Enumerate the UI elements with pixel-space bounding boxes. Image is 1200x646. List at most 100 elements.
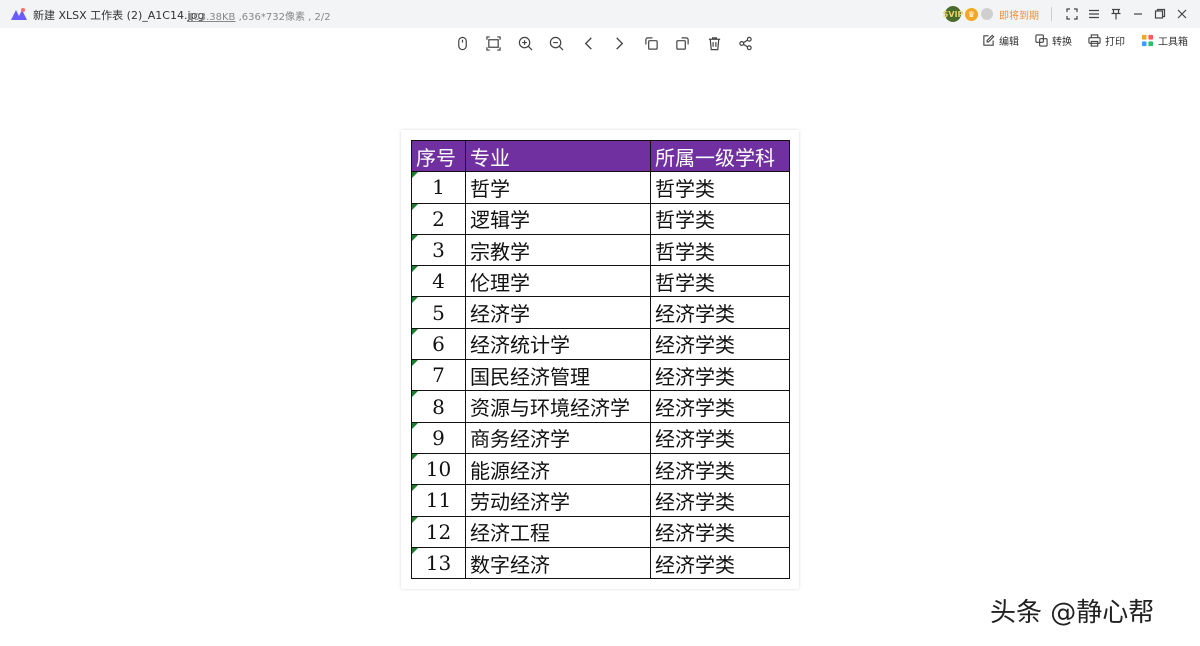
edit-label: 编辑 xyxy=(999,37,1019,48)
header-cell: 序号 xyxy=(411,139,466,173)
table-row: 12 经济工程 经济学类 xyxy=(411,515,790,548)
pin-icon[interactable] xyxy=(1106,4,1126,24)
share-icon[interactable] xyxy=(735,32,757,54)
fit-screen-icon[interactable] xyxy=(483,32,505,54)
major-cell: 劳动经济学 xyxy=(465,484,651,517)
minimize-icon[interactable] xyxy=(1128,4,1148,24)
restore-icon[interactable] xyxy=(1150,4,1170,24)
table-row: 2 逻辑学 哲学类 xyxy=(411,202,790,235)
index-cell: 10 xyxy=(411,452,466,486)
spreadsheet-table: 序号 专业 所属一级学科 1 哲学 哲学类 2 逻辑学 哲学类 3 宗教学 哲学类 4 伦理学… xyxy=(411,139,790,580)
discipline-cell: 经济学类 xyxy=(650,390,790,423)
header-row: 序号 专业 所属一级学科 xyxy=(411,139,790,173)
major-cell: 商务经济学 xyxy=(465,421,651,454)
discipline-cell: 经济学类 xyxy=(650,484,790,517)
discipline-cell: 哲学类 xyxy=(650,233,790,267)
major-cell: 宗教学 xyxy=(465,233,651,267)
major-cell: 经济统计学 xyxy=(465,327,651,361)
print-icon xyxy=(1088,34,1101,47)
image-canvas[interactable]: 序号 专业 所属一级学科 1 哲学 哲学类 2 逻辑学 哲学类 3 宗教学 哲学类 4 伦理学… xyxy=(401,130,799,589)
right-actions: 编辑 转换 打印 工具箱 xyxy=(966,33,1188,48)
table-row: 4 伦理学 哲学类 xyxy=(411,265,790,298)
discipline-cell: 经济学类 xyxy=(650,421,790,454)
discipline-cell: 经济学类 xyxy=(650,359,790,392)
index-cell: 3 xyxy=(411,233,466,267)
table-row: 10 能源经济 经济学类 xyxy=(411,452,790,486)
convert-icon xyxy=(1035,34,1048,47)
table-row: 7 国民经济管理 经济学类 xyxy=(411,359,790,392)
crown-icon[interactable]: ♛ xyxy=(965,7,978,21)
close-icon[interactable] xyxy=(1172,4,1192,24)
convert-label: 转换 xyxy=(1052,37,1072,48)
table-row: 13 数字经济 经济学类 xyxy=(411,546,790,580)
index-cell: 7 xyxy=(411,359,466,392)
rotate-left-icon[interactable] xyxy=(640,32,662,54)
index-cell: 5 xyxy=(411,296,466,329)
table-row: 1 哲学 哲学类 xyxy=(411,171,790,204)
rotate-right-icon[interactable] xyxy=(672,32,694,54)
print-label: 打印 xyxy=(1105,37,1125,48)
file-size[interactable]: 103.38KB xyxy=(187,12,235,23)
zoom-out-icon[interactable] xyxy=(546,32,568,54)
major-cell: 数字经济 xyxy=(465,546,651,580)
watermark: 头条 @静心帮 xyxy=(990,598,1155,628)
expiry-notice[interactable]: 即将到期 xyxy=(999,7,1039,22)
divider xyxy=(1051,7,1052,21)
index-cell: 2 xyxy=(411,202,466,235)
title-bar: 新建 XLSX 工作表 (2)_A1C14.jpg 103.38KB ,636*… xyxy=(0,0,1200,28)
discipline-cell: 哲学类 xyxy=(650,202,790,235)
zoom-in-icon[interactable] xyxy=(514,32,536,54)
file-dimensions: ,636*732像素 , 2/2 xyxy=(235,12,331,23)
mouse-icon[interactable] xyxy=(451,32,473,54)
major-cell: 资源与环境经济学 xyxy=(465,390,651,423)
discipline-cell: 经济学类 xyxy=(650,515,790,548)
member-icon[interactable] xyxy=(981,8,993,20)
header-cell: 专业 xyxy=(465,139,651,173)
edit-icon xyxy=(983,34,995,46)
index-cell: 9 xyxy=(411,421,466,454)
major-cell: 逻辑学 xyxy=(465,202,651,235)
discipline-cell: 经济学类 xyxy=(650,546,790,580)
index-cell: 11 xyxy=(411,484,466,517)
table-row: 11 劳动经济学 经济学类 xyxy=(411,484,790,517)
viewer-toolbar xyxy=(451,32,766,54)
index-cell: 6 xyxy=(411,327,466,361)
convert-button[interactable]: 转换 xyxy=(1035,33,1072,48)
major-cell: 能源经济 xyxy=(465,452,651,486)
table-row: 6 经济统计学 经济学类 xyxy=(411,327,790,361)
discipline-cell: 经济学类 xyxy=(650,452,790,486)
major-cell: 经济学 xyxy=(465,296,651,329)
index-cell: 13 xyxy=(411,546,466,580)
index-cell: 12 xyxy=(411,515,466,548)
header-cell: 所属一级学科 xyxy=(650,139,790,173)
next-icon[interactable] xyxy=(609,32,631,54)
major-cell: 经济工程 xyxy=(465,515,651,548)
edit-button[interactable]: 编辑 xyxy=(982,33,1019,48)
discipline-cell: 经济学类 xyxy=(650,296,790,329)
toolbox-icon xyxy=(1141,34,1154,47)
file-name: 新建 XLSX 工作表 (2)_A1C14.jpg xyxy=(33,9,205,22)
app-logo-icon xyxy=(11,8,27,20)
discipline-cell: 哲学类 xyxy=(650,265,790,298)
delete-icon[interactable] xyxy=(703,32,725,54)
major-cell: 伦理学 xyxy=(465,265,651,298)
table-row: 3 宗教学 哲学类 xyxy=(411,233,790,267)
index-cell: 4 xyxy=(411,265,466,298)
major-cell: 哲学 xyxy=(465,171,651,204)
prev-icon[interactable] xyxy=(577,32,599,54)
menu-icon[interactable] xyxy=(1084,4,1104,24)
toolbox-label: 工具箱 xyxy=(1158,37,1188,48)
table-row: 8 资源与环境经济学 经济学类 xyxy=(411,390,790,423)
file-meta: 103.38KB ,636*732像素 , 2/2 xyxy=(187,8,331,23)
index-cell: 1 xyxy=(411,171,466,204)
index-cell: 8 xyxy=(411,390,466,423)
print-button[interactable]: 打印 xyxy=(1088,33,1125,48)
table-row: 9 商务经济学 经济学类 xyxy=(411,421,790,454)
fullscreen-icon[interactable] xyxy=(1062,4,1082,24)
toolbox-button[interactable]: 工具箱 xyxy=(1141,33,1188,48)
discipline-cell: 经济学类 xyxy=(650,327,790,361)
discipline-cell: 哲学类 xyxy=(650,171,790,204)
vip-avatar[interactable]: SVIP xyxy=(943,6,963,22)
major-cell: 国民经济管理 xyxy=(465,359,651,392)
title-right-group: SVIP ♛ 即将到期 xyxy=(943,0,1200,28)
